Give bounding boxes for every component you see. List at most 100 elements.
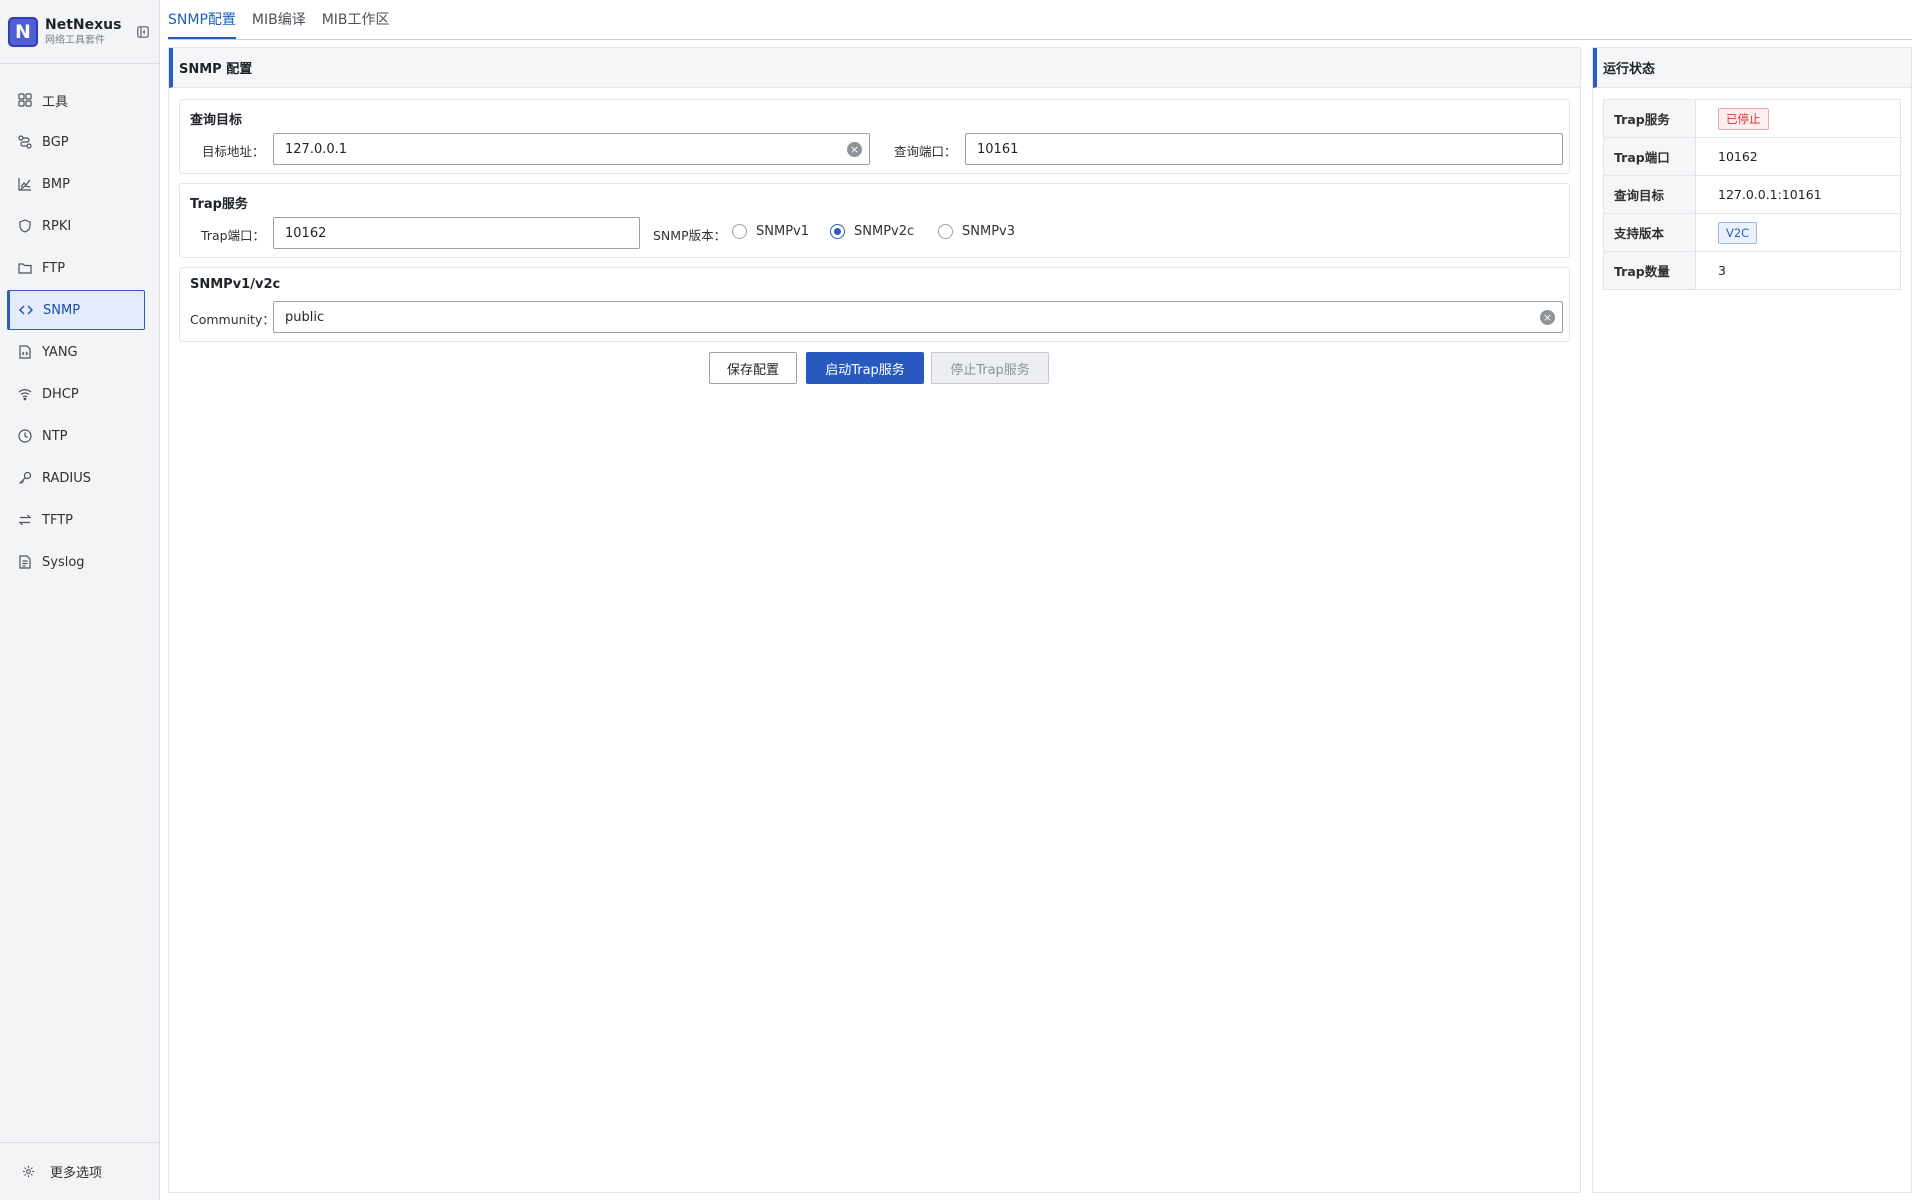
- trap-service-group: Trap服务 Trap端口： 10162 SNMP版本： SNMPv1 SNMP…: [179, 183, 1570, 258]
- wifi-icon: [17, 386, 33, 402]
- sidebar-item-bmp[interactable]: BMP: [7, 164, 145, 204]
- start-trap-button[interactable]: 启动Trap服务: [806, 352, 924, 384]
- sidebar-item-syslog[interactable]: Syslog: [7, 542, 145, 582]
- tab-snmp-config[interactable]: SNMP配置: [168, 9, 236, 39]
- sidebar-item-label: BMP: [42, 176, 70, 192]
- route-icon: [17, 134, 33, 150]
- sidebar: N NetNexus 网络工具套件 工具 BGP BMP RPKI FTP SN…: [0, 0, 160, 1200]
- sidebar-item-yang[interactable]: YANG: [7, 332, 145, 372]
- status-value: 10162: [1695, 137, 1901, 176]
- sidebar-item-label: NTP: [42, 428, 68, 444]
- clear-icon[interactable]: ×: [1540, 310, 1555, 325]
- trap-port-label: Trap端口：: [201, 228, 266, 243]
- more-options-label: 更多选项: [50, 1166, 103, 1181]
- sidebar-item-label: BGP: [42, 134, 69, 150]
- sidebar-item-ntp[interactable]: NTP: [7, 416, 145, 456]
- sidebar-item-tools[interactable]: 工具: [7, 80, 145, 120]
- query-target-group: 查询目标 目标地址： 127.0.0.1 × 查询端口： 10161: [179, 99, 1570, 174]
- sidebar-item-bgp[interactable]: BGP: [7, 122, 145, 162]
- query-port-input[interactable]: 10161: [965, 133, 1563, 165]
- target-address-label: 目标地址：: [202, 144, 265, 159]
- target-address-input[interactable]: 127.0.0.1 ×: [273, 133, 870, 165]
- snmp-v2c-radio[interactable]: SNMPv2c: [830, 224, 914, 239]
- radio-label: SNMPv3: [962, 224, 1015, 239]
- save-config-button[interactable]: 保存配置: [709, 352, 797, 384]
- version-badge: V2C: [1718, 221, 1758, 244]
- sidebar-nav: 工具 BGP BMP RPKI FTP SNMP YANG DHCP NTP R…: [0, 64, 159, 582]
- gear-icon: [22, 1165, 36, 1179]
- community-input[interactable]: public ×: [273, 301, 1563, 333]
- grid-icon: [17, 92, 33, 108]
- sidebar-item-radius[interactable]: RADIUS: [7, 458, 145, 498]
- sidebar-item-ftp[interactable]: FTP: [7, 248, 145, 288]
- app-name: NetNexus: [45, 16, 122, 33]
- trap-port-value: 10162: [285, 225, 327, 241]
- status-key: 支持版本: [1603, 213, 1696, 252]
- code-icon: [18, 302, 34, 318]
- query-port-label: 查询端口：: [894, 144, 957, 159]
- status-row: Trap服务 已停止: [1603, 99, 1901, 138]
- community-label: Community：: [190, 312, 275, 327]
- sidebar-item-label: DHCP: [42, 386, 79, 402]
- target-address-value: 127.0.0.1: [285, 141, 348, 157]
- community-group: SNMPv1/v2c Community： public ×: [179, 267, 1570, 342]
- stop-trap-button[interactable]: 停止Trap服务: [931, 352, 1049, 384]
- status-value-cell: 已停止: [1695, 99, 1901, 138]
- panel-title: SNMP 配置: [169, 48, 1580, 88]
- shield-icon: [17, 218, 33, 234]
- tab-mib-workspace[interactable]: MIB工作区: [322, 9, 390, 39]
- key-icon: [17, 470, 33, 486]
- swap-icon: [17, 512, 33, 528]
- sidebar-item-label: RPKI: [42, 218, 72, 234]
- sidebar-item-label: YANG: [42, 344, 78, 360]
- status-value-cell: V2C: [1695, 213, 1901, 252]
- radio-circle: [732, 224, 747, 239]
- document-icon: [17, 554, 33, 570]
- sidebar-item-label: FTP: [42, 260, 66, 276]
- status-row: Trap端口 10162: [1603, 137, 1901, 176]
- status-key: Trap服务: [1603, 99, 1696, 138]
- clock-icon: [17, 428, 33, 444]
- tab-bar: SNMP配置 MIB编译 MIB工作区: [168, 0, 1912, 40]
- status-row: Trap数量 3: [1603, 251, 1901, 290]
- sidebar-item-label: RADIUS: [42, 470, 92, 486]
- status-key: 查询目标: [1603, 175, 1696, 214]
- status-row: 查询目标 127.0.0.1:10161: [1603, 175, 1901, 214]
- clear-icon[interactable]: ×: [847, 142, 862, 157]
- sidebar-item-dhcp[interactable]: DHCP: [7, 374, 145, 414]
- radio-label: SNMPv2c: [854, 224, 915, 239]
- status-panel-title: 运行状态: [1593, 48, 1911, 88]
- sidebar-item-tftp[interactable]: TFTP: [7, 500, 145, 540]
- folder-icon: [17, 260, 33, 276]
- status-panel: 运行状态 Trap服务 已停止 Trap端口 10162 查询目标 127.0.…: [1592, 47, 1912, 1193]
- trap-port-input[interactable]: 10162: [273, 217, 640, 249]
- status-value: 127.0.0.1:10161: [1695, 175, 1901, 214]
- more-options-button[interactable]: 更多选项: [0, 1142, 159, 1200]
- sidebar-collapse-icon[interactable]: [135, 24, 151, 40]
- chart-icon: [17, 176, 33, 192]
- sidebar-item-snmp[interactable]: SNMP: [7, 290, 145, 330]
- status-table: Trap服务 已停止 Trap端口 10162 查询目标 127.0.0.1:1…: [1603, 99, 1901, 290]
- group-title: 查询目标: [190, 113, 243, 128]
- status-row: 支持版本 V2C: [1603, 213, 1901, 252]
- status-key: Trap端口: [1603, 137, 1696, 176]
- status-badge: 已停止: [1718, 107, 1769, 130]
- status-key: Trap数量: [1603, 251, 1696, 290]
- snmp-v1-radio[interactable]: SNMPv1: [732, 224, 809, 239]
- sidebar-item-label: TFTP: [42, 512, 73, 528]
- sidebar-item-label: Syslog: [42, 554, 85, 570]
- app-subtitle: 网络工具套件: [45, 34, 105, 46]
- community-value: public: [285, 309, 325, 325]
- radio-circle-checked: [830, 224, 845, 239]
- app-logo: N: [8, 16, 38, 47]
- sidebar-item-label: SNMP: [43, 302, 81, 318]
- sidebar-item-rpki[interactable]: RPKI: [7, 206, 145, 246]
- group-title: SNMPv1/v2c: [190, 277, 281, 292]
- brand: N NetNexus 网络工具套件: [0, 0, 159, 64]
- radio-label: SNMPv1: [756, 224, 809, 239]
- snmp-config-panel: SNMP 配置 查询目标 目标地址： 127.0.0.1 × 查询端口： 101…: [168, 47, 1581, 1193]
- tab-mib-compile[interactable]: MIB编译: [252, 9, 306, 39]
- group-title: Trap服务: [190, 197, 248, 212]
- status-value: 3: [1695, 251, 1901, 290]
- snmp-v3-radio[interactable]: SNMPv3: [938, 224, 1015, 239]
